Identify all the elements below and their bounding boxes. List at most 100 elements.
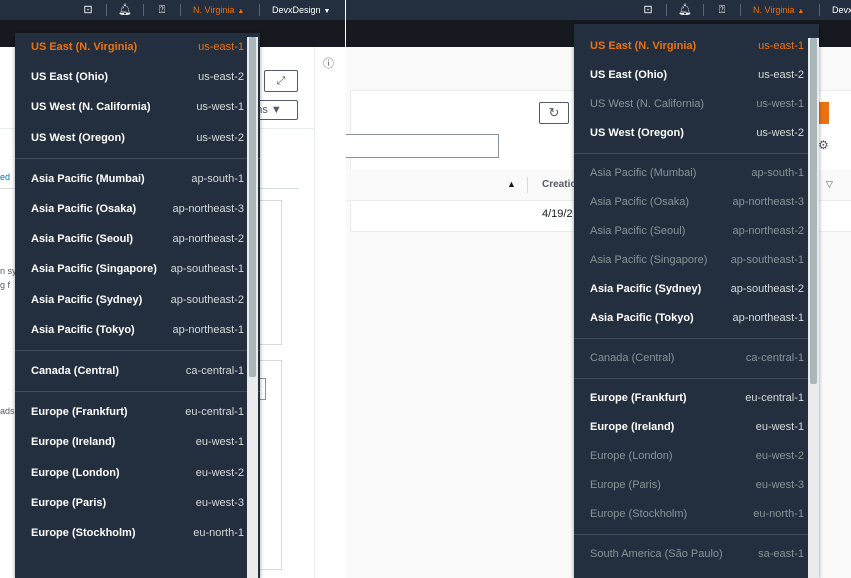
region-code: sa-east-1 bbox=[758, 548, 804, 560]
cloudshell-icon[interactable]: ⊡ bbox=[641, 0, 655, 20]
region-name: US West (Oregon) bbox=[590, 127, 684, 139]
region-selector[interactable]: N. Virginia ▲ bbox=[193, 0, 244, 20]
region-code: us-east-1 bbox=[758, 40, 804, 52]
bell-icon[interactable]: 🔔︎ bbox=[678, 0, 692, 20]
region-option-eu-central-1[interactable]: Europe (Frankfurt) eu-central-1 bbox=[15, 397, 260, 427]
region-selector-label: N. Virginia bbox=[753, 5, 795, 15]
region-code: eu-central-1 bbox=[185, 406, 244, 419]
region-option-us-east-2[interactable]: US East (Ohio) us-east-2 bbox=[574, 61, 819, 90]
search-input[interactable] bbox=[346, 134, 499, 158]
region-name: Europe (London) bbox=[31, 466, 120, 479]
region-code: ap-southeast-1 bbox=[170, 263, 244, 276]
region-option-us-east-1[interactable]: US East (N. Virginia) us-east-1 bbox=[574, 32, 819, 61]
region-name: US West (N. California) bbox=[590, 98, 705, 110]
scrollbar[interactable] bbox=[808, 38, 819, 578]
region-name: Europe (Ireland) bbox=[590, 421, 675, 433]
region-name: Asia Pacific (Tokyo) bbox=[590, 312, 694, 324]
region-selector[interactable]: N. Virginia ▲ bbox=[753, 0, 804, 20]
caret-up-icon: ▲ bbox=[237, 8, 245, 15]
region-name: Asia Pacific (Mumbai) bbox=[31, 172, 145, 185]
caret-down-icon: ▼ bbox=[270, 104, 282, 116]
region-option-ap-northeast-3[interactable]: Asia Pacific (Osaka) ap-northeast-3 bbox=[15, 194, 260, 224]
region-option-us-east-2[interactable]: US East (Ohio) us-east-2 bbox=[15, 62, 260, 92]
settings-icon[interactable]: ⚙ bbox=[818, 138, 829, 152]
region-code: eu-west-3 bbox=[755, 479, 804, 491]
region-name: Asia Pacific (Singapore) bbox=[31, 263, 157, 276]
nav-separator bbox=[703, 4, 704, 16]
region-option-ap-northeast-2[interactable]: Asia Pacific (Seoul) ap-northeast-2 bbox=[15, 224, 260, 254]
region-code: ap-south-1 bbox=[191, 172, 244, 185]
region-option-ap-southeast-1[interactable]: Asia Pacific (Singapore) ap-southeast-1 bbox=[15, 254, 260, 284]
help-icon[interactable]: ⍰ bbox=[155, 0, 169, 20]
region-name: Europe (Stockholm) bbox=[31, 527, 136, 539]
group-separator bbox=[574, 378, 819, 379]
region-option-us-west-1: US West (N. California) us-west-1 bbox=[574, 90, 819, 119]
refresh-button[interactable]: ↻ bbox=[539, 102, 569, 124]
region-name: South America (São Paulo) bbox=[590, 548, 723, 560]
region-option-eu-west-1[interactable]: Europe (Ireland) eu-west-1 bbox=[574, 413, 819, 442]
region-dropdown: US East (N. Virginia) us-east-1 US East (O… bbox=[15, 33, 260, 578]
region-option-ca-central-1: Canada (Central) ca-central-1 bbox=[574, 344, 819, 373]
region-option-eu-north-1: Europe (Stockholm) eu-north-1 bbox=[574, 500, 819, 529]
bell-icon[interactable]: 🔔︎ bbox=[118, 0, 132, 20]
account-menu[interactable]: Devx bbox=[832, 0, 851, 20]
region-selector-label: N. Virginia bbox=[193, 5, 235, 15]
info-icon[interactable]: ⓘ bbox=[323, 55, 334, 71]
region-name: US West (N. California) bbox=[31, 101, 151, 114]
region-code: ap-northeast-1 bbox=[172, 323, 244, 336]
cloudshell-icon[interactable]: ⊡ bbox=[81, 0, 95, 20]
region-option-ap-southeast-2[interactable]: Asia Pacific (Sydney) ap-southeast-2 bbox=[15, 285, 260, 315]
region-option-us-west-2[interactable]: US West (Oregon) us-west-2 bbox=[574, 119, 819, 148]
region-option-ap-south-1[interactable]: Asia Pacific (Mumbai) ap-south-1 bbox=[15, 164, 260, 194]
region-option-ap-northeast-1[interactable]: Asia Pacific (Tokyo) ap-northeast-1 bbox=[15, 315, 260, 345]
sort-down-icon[interactable]: ▽ bbox=[826, 179, 833, 190]
region-dropdown: US East (N. Virginia) us-east-1 US East (O… bbox=[574, 24, 819, 578]
region-option-us-west-1[interactable]: US West (N. California) us-west-1 bbox=[15, 92, 260, 122]
text-fragment: ads bbox=[0, 406, 15, 416]
group-separator bbox=[574, 534, 819, 535]
region-code: eu-west-1 bbox=[195, 436, 244, 449]
help-icon[interactable]: ⍰ bbox=[715, 0, 729, 20]
region-code: us-east-1 bbox=[198, 41, 244, 53]
column-separator bbox=[527, 177, 528, 193]
table-cell-date: 4/19/2 bbox=[542, 208, 573, 220]
region-name: Canada (Central) bbox=[590, 352, 675, 364]
left-console-pane: ⊡ 🔔︎ ⍰ N. Virginia ▲ DevxDesign ▼ ⓘ ⤢ ns ▼… bbox=[0, 0, 345, 578]
region-option-ap-northeast-2: Asia Pacific (Seoul) ap-northeast-2 bbox=[574, 217, 819, 246]
sort-up-icon[interactable]: ▲ bbox=[507, 179, 516, 189]
region-option-eu-west-2[interactable]: Europe (London) eu-west-2 bbox=[15, 458, 260, 488]
account-menu[interactable]: DevxDesign ▼ bbox=[272, 0, 330, 20]
region-name: US East (N. Virginia) bbox=[590, 40, 697, 52]
region-option-ap-northeast-3: Asia Pacific (Osaka) ap-northeast-3 bbox=[574, 188, 819, 217]
region-name: Europe (Frankfurt) bbox=[31, 406, 128, 419]
region-option-us-east-1[interactable]: US East (N. Virginia) us-east-1 bbox=[15, 33, 260, 62]
top-navigation-bar: ⊡ 🔔︎ ⍰ N. Virginia ▲ DevxDesign ▼ bbox=[0, 0, 345, 20]
nav-separator bbox=[259, 4, 260, 16]
region-name: US East (Ohio) bbox=[31, 71, 109, 84]
region-option-us-west-2[interactable]: US West (Oregon) us-west-2 bbox=[15, 123, 260, 153]
region-option-eu-west-1[interactable]: Europe (Ireland) eu-west-1 bbox=[15, 427, 260, 457]
region-option-eu-west-3[interactable]: Europe (Paris) eu-west-3 bbox=[15, 488, 260, 518]
region-option-ap-northeast-1[interactable]: Asia Pacific (Tokyo) ap-northeast-1 bbox=[574, 304, 819, 333]
region-code: ap-northeast-2 bbox=[172, 233, 244, 246]
scrollbar[interactable] bbox=[247, 37, 258, 578]
region-code: ap-southeast-2 bbox=[730, 283, 804, 295]
account-label: Devx bbox=[832, 5, 851, 15]
expand-button[interactable]: ⤢ bbox=[264, 70, 298, 92]
column-header[interactable]: Creatio bbox=[542, 179, 576, 190]
scrollbar-thumb[interactable] bbox=[810, 38, 817, 384]
region-option-eu-central-1[interactable]: Europe (Frankfurt) eu-central-1 bbox=[574, 384, 819, 413]
top-navigation-bar: ⊡ 🔔︎ ⍰ N. Virginia ▲ Devx bbox=[346, 0, 851, 20]
region-option-eu-north-1[interactable]: Europe (Stockholm) eu-north-1 bbox=[15, 518, 260, 548]
region-option-ap-southeast-2[interactable]: Asia Pacific (Sydney) ap-southeast-2 bbox=[574, 275, 819, 304]
group-separator bbox=[15, 350, 260, 351]
region-option-sa-east-1: South America (São Paulo) sa-east-1 bbox=[574, 540, 819, 569]
primary-action-button[interactable] bbox=[819, 102, 829, 124]
region-name: US East (N. Virginia) bbox=[31, 41, 138, 53]
scrollbar-thumb[interactable] bbox=[249, 37, 256, 377]
region-code: us-west-2 bbox=[196, 131, 244, 144]
region-code: eu-west-3 bbox=[195, 496, 244, 509]
link-fragment[interactable]: ed bbox=[0, 172, 10, 182]
region-option-ca-central-1[interactable]: Canada (Central) ca-central-1 bbox=[15, 356, 260, 386]
region-code: ap-south-1 bbox=[751, 167, 804, 179]
